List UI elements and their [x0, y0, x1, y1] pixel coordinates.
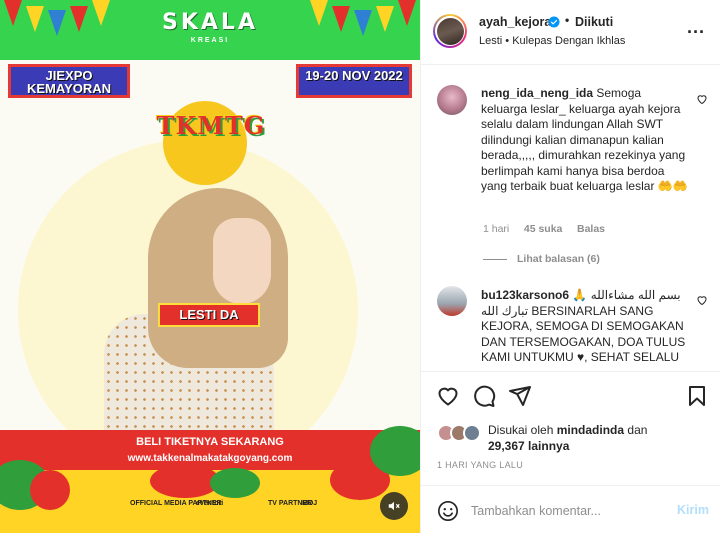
liked-by-user[interactable]: mindadinda: [557, 423, 624, 437]
decor-leaf: [210, 468, 260, 498]
media-bottom-banner: BELI TIKETNYA SEKARANG www.takkenalmakat…: [0, 426, 420, 533]
share-icon[interactable]: [508, 384, 532, 408]
others-label[interactable]: lainnya: [528, 439, 569, 453]
emoji-icon[interactable]: [437, 500, 459, 522]
performer-face: [213, 218, 271, 304]
comment-username[interactable]: bu123karsono6: [481, 288, 569, 302]
comment-input[interactable]: [471, 498, 671, 524]
comment-like-icon[interactable]: [696, 294, 708, 306]
comment-time: 1 hari: [483, 223, 510, 235]
speaker-muted-icon: [388, 501, 400, 511]
post-header: ayah_kejora • Diikuti Lesti • Kulepas De…: [421, 0, 720, 65]
comment-list[interactable]: neng_ida_neng_ida Semoga keluarga leslar…: [421, 66, 720, 370]
liked-by-prefix: Disukai oleh: [488, 423, 554, 437]
event-logo: TKMTG: [156, 111, 266, 140]
performer-name-tag: LESTI DA: [158, 303, 260, 327]
brand-subtitle: KREASI: [190, 37, 230, 44]
likes-summary: Disukai oleh mindadinda dan 29,367 lainn…: [488, 422, 708, 454]
post-actions: Disukai oleh mindadinda dan 29,367 lainn…: [421, 371, 720, 481]
venue-label: JIEXPO KEMAYORAN: [8, 64, 130, 98]
mute-button[interactable]: [380, 492, 408, 520]
more-options-icon[interactable]: ···: [687, 22, 705, 43]
bookmark-icon[interactable]: [685, 384, 709, 408]
comment-body: bu123karsono6 بسم الله مشاءالله 🙏 تبارك …: [481, 288, 691, 366]
brand-logo: SKALA: [162, 10, 258, 35]
add-comment-bar: Kirim: [421, 485, 720, 533]
header-separator: •: [565, 13, 570, 27]
avatar[interactable]: [433, 14, 467, 48]
others-count[interactable]: 29,367: [488, 439, 525, 453]
comment-avatar[interactable]: [437, 286, 467, 316]
comment-body: neng_ida_neng_ida Semoga keluarga leslar…: [481, 86, 689, 195]
comment-like-icon[interactable]: [696, 93, 708, 105]
comment-text-arabic: بسم الله مشاءالله: [590, 288, 681, 302]
comment-meta: 1 hari 45 suka Balas: [483, 223, 605, 235]
audio-subtitle[interactable]: Lesti • Kulepas Dengan Ikhlas: [479, 35, 625, 47]
follow-status-button[interactable]: Diikuti: [575, 15, 613, 29]
comment-likes[interactable]: 45 suka: [524, 223, 563, 235]
media-poster-body: JIEXPO KEMAYORAN 19-20 NOV 2022 TKMTG LE…: [0, 60, 420, 480]
comment-emoji: 🤲🤲: [657, 179, 688, 193]
liked-by-and: dan: [627, 423, 648, 437]
heart-icon[interactable]: [436, 384, 460, 408]
post-media[interactable]: SKALA KREASI JIEXPO KEMAYORAN 19-20 NOV …: [0, 0, 420, 533]
liker-avatar: [463, 424, 481, 442]
send-comment-button[interactable]: Kirim: [677, 503, 709, 517]
avatar-image: [436, 17, 464, 45]
media-top-banner: SKALA KREASI: [0, 0, 420, 60]
view-replies-button[interactable]: Lihat balasan (6): [483, 253, 600, 265]
comment-avatar[interactable]: [437, 85, 467, 115]
verified-badge-icon: [548, 16, 560, 28]
partner-logo: MOJ: [302, 500, 318, 507]
ticket-cta: BELI TIKETNYA SEKARANG: [136, 436, 284, 448]
partner-logos: OFFICIAL MEDIA PARTNER eventori TV PARTN…: [0, 500, 420, 514]
comment-text: Semoga keluarga leslar_ keluarga ayah ke…: [481, 86, 686, 193]
post-side-panel: ayah_kejora • Diikuti Lesti • Kulepas De…: [420, 0, 720, 533]
comment-icon[interactable]: [472, 384, 496, 408]
partner-logo: eventori: [196, 500, 224, 507]
date-label: 19-20 NOV 2022: [296, 64, 412, 98]
header-username[interactable]: ayah_kejora: [479, 15, 551, 29]
comment-username[interactable]: neng_ida_neng_ida: [481, 86, 593, 100]
reply-button[interactable]: Balas: [577, 223, 605, 235]
post-timestamp[interactable]: 1 HARI YANG LALU: [437, 460, 523, 470]
